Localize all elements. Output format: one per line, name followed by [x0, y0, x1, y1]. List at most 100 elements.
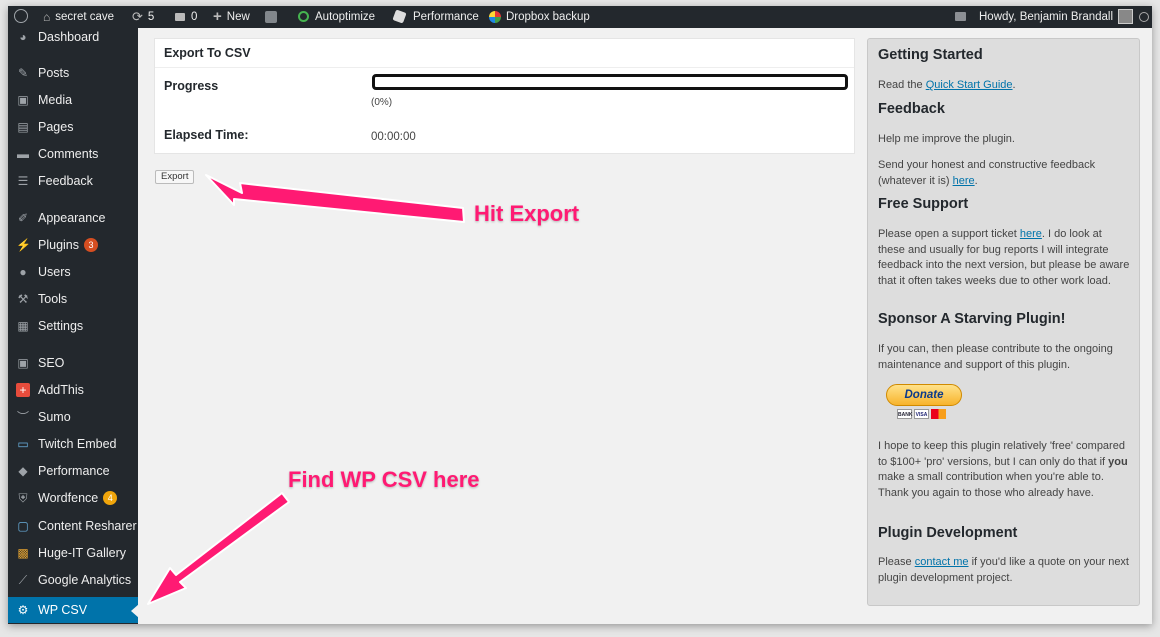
comments-link[interactable]: 0: [175, 6, 197, 28]
gallery-icon: ▩: [17, 546, 29, 560]
sidebar-item-label: Appearance: [38, 211, 106, 225]
info-sidebar: Getting Started Read the Quick Start Gui…: [867, 38, 1140, 606]
sidebar-item-wordfence[interactable]: ⛨ Wordfence 4: [8, 485, 138, 511]
sidebar-item-label: Plugins: [38, 238, 79, 252]
sidebar-item-label: Twitch Embed: [38, 437, 117, 451]
autoptimize-menu[interactable]: Autoptimize: [298, 6, 375, 28]
sidebar-item-addthis[interactable]: + AddThis: [8, 377, 138, 403]
pages-icon: ▤: [17, 120, 29, 134]
getting-started-heading: Getting Started: [878, 47, 983, 63]
sidebar-item-google-analytics[interactable]: ⟋ Google Analytics: [8, 567, 138, 593]
free-support-text: Please open a support ticket here. I do …: [878, 228, 1130, 287]
sidebar-item-label: Comments: [38, 147, 99, 161]
sidebar-item-users[interactable]: ● Users: [8, 259, 138, 285]
panel-title: Export To CSV: [164, 46, 251, 60]
dashboard-icon: ◕: [19, 30, 27, 44]
sidebar-item-settings[interactable]: ▦ Settings: [8, 313, 138, 339]
plugin-development-heading: Plugin Development: [878, 525, 1018, 541]
sidebar-item-label: Posts: [38, 66, 70, 80]
sidebar-item-comments[interactable]: ▬ Comments: [8, 141, 138, 167]
sidebar-item-label: Wordfence: [38, 491, 99, 505]
export-panel: Export To CSV Progress (0%) Elapsed Time…: [154, 38, 855, 154]
dropbox-backup-menu[interactable]: Dropbox backup: [489, 6, 590, 28]
dropbox-icon: [489, 10, 501, 23]
settings-icon: ▦: [17, 319, 29, 333]
sumo-icon: ︶: [16, 410, 29, 424]
sidebar-item-label: Pages: [38, 120, 74, 134]
sidebar-item-twitch-embed[interactable]: ▭ Twitch Embed: [8, 431, 138, 457]
support-ticket-link[interactable]: here: [1020, 228, 1042, 240]
cube-icon: ◆: [18, 464, 28, 478]
wordfence-icon: ⛨: [18, 491, 28, 505]
hit-export-annotation: Hit Export: [474, 201, 580, 226]
addthis-icon: +: [16, 383, 30, 397]
sidebar-item-sumo[interactable]: ︶ Sumo: [8, 404, 138, 430]
sidebar-item-label: Performance: [38, 464, 110, 478]
gear-icon: ⚙: [17, 603, 29, 617]
sidebar-item-label: WP CSV: [38, 603, 88, 617]
sponsor-heading: Sponsor A Starving Plugin!: [878, 311, 1066, 327]
elapsed-time-value: 00:00:00: [371, 131, 416, 143]
feedback-icon: ☰: [17, 174, 29, 188]
plugin-development-text: Please contact me if you'd like a quote …: [878, 556, 1129, 584]
sidebar-item-huge-it-gallery[interactable]: ▩ Huge-IT Gallery: [8, 540, 138, 566]
admin-sidebar: ◕ Dashboard ✎ Posts ▣ Media ▤ Pages ▬ Comments ☰ Fe…: [8, 28, 139, 624]
sidebar-item-posts[interactable]: ✎ Posts: [8, 60, 138, 86]
mastercard-icon: [931, 409, 946, 419]
yoast-icon: ▣: [17, 356, 29, 370]
sidebar-item-wp-csv[interactable]: ⚙ WP CSV: [8, 597, 139, 623]
sidebar-item-label: Huge-IT Gallery: [38, 546, 126, 560]
sidebar-item-label: AddThis: [38, 383, 84, 397]
count-badge: 4: [103, 491, 118, 505]
sidebar-item-label: Settings: [38, 319, 84, 333]
sidebar-item-feedback[interactable]: ☰ Feedback: [8, 168, 138, 194]
sponsor-text-2: I hope to keep this plugin relatively 'f…: [878, 440, 1128, 499]
donate-button[interactable]: Donate: [886, 384, 962, 406]
sidebar-item-appearance[interactable]: ✐ Appearance: [8, 205, 138, 231]
analytics-icon: ⟋: [18, 573, 28, 587]
sponsor-text: If you can, then please contribute to th…: [878, 343, 1113, 371]
sidebar-item-label: Users: [38, 265, 71, 279]
sidebar-item-content-resharer[interactable]: ▢ Content Resharer: [8, 513, 138, 539]
robot-icon: ▢: [17, 519, 29, 533]
sidebar-item-performance[interactable]: ◆ Performance: [8, 458, 138, 484]
feedback-here-link[interactable]: here: [953, 175, 975, 187]
elapsed-time-label: Elapsed Time:: [164, 128, 249, 142]
sidebar-item-media[interactable]: ▣ Media: [8, 87, 138, 113]
count-badge: 3: [84, 238, 98, 252]
export-button[interactable]: Export: [155, 170, 195, 184]
new-content-link[interactable]: + New: [213, 6, 250, 28]
find-wp-csv-annotation: Find WP CSV here: [288, 467, 480, 492]
search-icon[interactable]: [1139, 6, 1149, 28]
active-indicator: [131, 604, 139, 618]
sidebar-item-tools[interactable]: ⚒ Tools: [8, 286, 138, 312]
browser-frame: ⌂ secret cave ⟳ 5 0 + New Autoptimize Perfo…: [8, 6, 1152, 624]
sidebar-item-pages[interactable]: ▤ Pages: [8, 114, 138, 140]
progress-label: Progress: [164, 79, 219, 93]
sidebar-item-plugins[interactable]: ⚡ Plugins 3: [8, 232, 138, 258]
sidebar-item-label: Sumo: [38, 410, 71, 424]
feedback-heading: Feedback: [878, 101, 945, 117]
user-icon: ●: [19, 265, 27, 279]
comment-icon: ▬: [17, 147, 29, 161]
progress-percent: (0%): [371, 97, 393, 108]
contact-me-link[interactable]: contact me: [915, 556, 969, 568]
sidebar-item-label: SEO: [38, 356, 65, 370]
status-ring-icon: [298, 11, 309, 23]
plus-icon: +: [213, 8, 222, 25]
yoast-icon: [265, 10, 277, 23]
performance-menu[interactable]: Performance: [392, 6, 479, 28]
my-account-menu[interactable]: Howdy, Benjamin Brandall: [979, 6, 1134, 28]
plug-icon: ⚡: [16, 238, 31, 252]
feedback-text: Help me improve the plugin.: [878, 133, 1015, 145]
avatar: [1118, 9, 1134, 25]
yoast-menu[interactable]: [265, 6, 277, 28]
screen-options-icon[interactable]: [955, 6, 978, 28]
admin-bar: ⌂ secret cave ⟳ 5 0 + New Autoptimize Perfo…: [8, 6, 1152, 28]
media-icon: ▣: [17, 93, 29, 107]
feedback-text-2: Send your honest and constructive feedba…: [878, 159, 1096, 187]
quick-start-guide-link[interactable]: Quick Start Guide: [926, 79, 1013, 91]
bank-card-icon: BANK: [897, 409, 912, 419]
sidebar-item-dashboard[interactable]: ◕ Dashboard: [8, 24, 138, 50]
sidebar-item-seo[interactable]: ▣ SEO: [8, 350, 138, 376]
